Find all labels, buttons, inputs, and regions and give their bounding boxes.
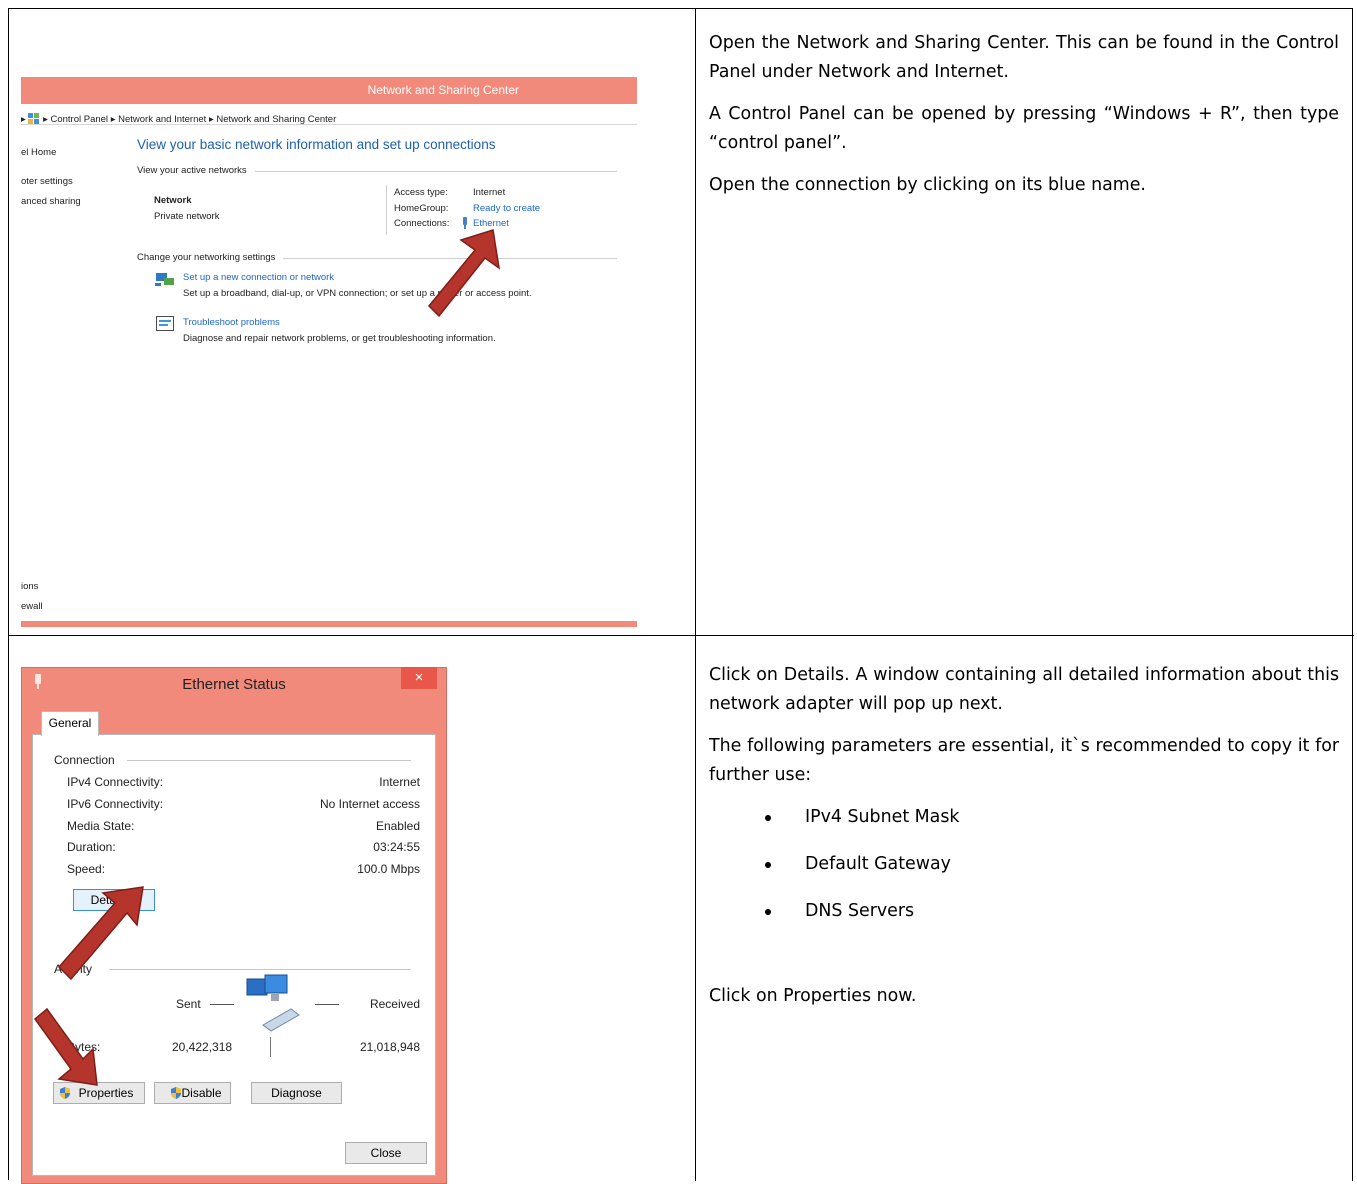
troubleshoot-link[interactable]: Troubleshoot problems bbox=[183, 317, 280, 328]
group-divider bbox=[255, 171, 617, 172]
info-separator bbox=[386, 185, 387, 235]
instruction-paragraph: A Control Panel can be opened by pressin… bbox=[709, 104, 1339, 153]
sidebar-item-home[interactable]: el Home bbox=[21, 147, 56, 158]
list-item: Default Gateway bbox=[709, 850, 1339, 897]
sidebar-item-firewall[interactable]: ewall bbox=[21, 601, 43, 612]
speed-value: 100.0 Mbps bbox=[357, 862, 420, 876]
connection-label: Connection bbox=[54, 753, 115, 767]
sidebar-item-connections[interactable]: ions bbox=[21, 581, 38, 592]
close-button[interactable]: Close bbox=[345, 1142, 427, 1164]
dialog-panel: Connection IPv4 Connectivity: Internet I… bbox=[32, 734, 436, 1176]
red-arrow-icon bbox=[33, 1007, 98, 1086]
media-state-value: Enabled bbox=[375, 819, 420, 833]
received-line bbox=[315, 1004, 339, 1005]
duration-value: 03:24:55 bbox=[373, 840, 420, 854]
ipv6-label: IPv6 Connectivity: bbox=[67, 797, 164, 811]
window-title-bar: Network and Sharing Center bbox=[21, 77, 637, 104]
change-settings-label: Change your networking settings bbox=[137, 252, 276, 263]
network-sharing-center-screenshot: Network and Sharing Center ▸ ▸ Control P… bbox=[21, 69, 637, 627]
bytes-received-value: 21,018,948 bbox=[359, 1040, 420, 1054]
received-label: Received bbox=[369, 997, 420, 1011]
window-bottom-bar bbox=[21, 621, 637, 627]
duration-label: Duration: bbox=[67, 840, 116, 854]
ipv4-value: Internet bbox=[379, 775, 420, 789]
media-state-label: Media State: bbox=[67, 819, 135, 833]
column-divider bbox=[695, 9, 696, 1181]
list-item: DNS Servers bbox=[709, 897, 1339, 944]
homegroup-label: HomeGroup: bbox=[394, 203, 449, 214]
list-item: IPv4 Subnet Mask bbox=[709, 803, 1339, 850]
red-arrow-icon bbox=[427, 229, 501, 318]
setup-connection-link[interactable]: Set up a new connection or network bbox=[183, 272, 334, 283]
shield-icon bbox=[171, 1087, 181, 1099]
network-name: Network bbox=[154, 195, 192, 206]
instruction-paragraph: Open the connection by clicking on its b… bbox=[709, 175, 1146, 195]
access-type-value: Internet bbox=[473, 187, 506, 198]
troubleshoot-icon bbox=[156, 316, 174, 331]
row1-instructions: Open the Network and Sharing Center. Thi… bbox=[709, 29, 1339, 213]
network-computers-icon bbox=[246, 974, 300, 1032]
ipv4-label: IPv4 Connectivity: bbox=[67, 775, 164, 789]
troubleshoot-description: Diagnose and repair network problems, or… bbox=[183, 333, 496, 344]
active-networks-label: View your active networks bbox=[137, 165, 247, 176]
window-title: Network and Sharing Center bbox=[367, 83, 519, 97]
ethernet-status-dialog: Ethernet Status × General Connection IPv… bbox=[21, 667, 447, 1184]
close-icon[interactable]: × bbox=[401, 667, 437, 689]
sidebar-item-adapter-settings[interactable]: oter settings bbox=[21, 176, 73, 187]
table-right-border bbox=[1352, 9, 1353, 1181]
row2-instructions: Click on Details. A window containing al… bbox=[709, 661, 1339, 1024]
tab-general[interactable]: General bbox=[41, 711, 99, 736]
breadcrumb: ▸ ▸ Control Panel ▸ Network and Internet… bbox=[21, 113, 337, 125]
red-arrow-icon bbox=[57, 886, 144, 981]
instruction-paragraph: Click on Details. A window containing al… bbox=[709, 665, 1339, 714]
dialog-title: Ethernet Status bbox=[182, 676, 286, 693]
diagnose-button[interactable]: Diagnose bbox=[251, 1082, 342, 1104]
row-divider bbox=[9, 635, 1354, 636]
disable-button[interactable]: Disable bbox=[154, 1082, 231, 1104]
sent-label: Sent bbox=[176, 997, 201, 1011]
sidebar-item-advanced-sharing[interactable]: anced sharing bbox=[21, 196, 81, 207]
instruction-paragraph: The following parameters are essential, … bbox=[709, 736, 1339, 785]
instruction-paragraph: Click on Properties now. bbox=[709, 986, 917, 1006]
instruction-table: Network and Sharing Center ▸ ▸ Control P… bbox=[8, 8, 1354, 1184]
control-panel-icon bbox=[28, 113, 40, 124]
page-heading: View your basic network information and … bbox=[137, 137, 496, 152]
access-type-label: Access type: bbox=[394, 187, 448, 198]
homegroup-link[interactable]: Ready to create bbox=[473, 203, 540, 214]
network-setup-icon bbox=[155, 273, 174, 286]
bytes-sent-value: 20,422,318 bbox=[172, 1040, 233, 1054]
speed-label: Speed: bbox=[67, 862, 106, 876]
instruction-paragraph: Open the Network and Sharing Center. Thi… bbox=[709, 33, 1339, 82]
network-type: Private network bbox=[154, 211, 220, 222]
parameter-list: IPv4 Subnet Mask Default Gateway DNS Ser… bbox=[709, 803, 1339, 944]
breadcrumb-divider bbox=[21, 124, 637, 125]
bytes-separator bbox=[270, 1037, 271, 1057]
group-divider bbox=[127, 760, 411, 761]
ipv6-value: No Internet access bbox=[319, 797, 420, 811]
sent-line bbox=[210, 1004, 234, 1005]
group-divider bbox=[109, 969, 411, 970]
